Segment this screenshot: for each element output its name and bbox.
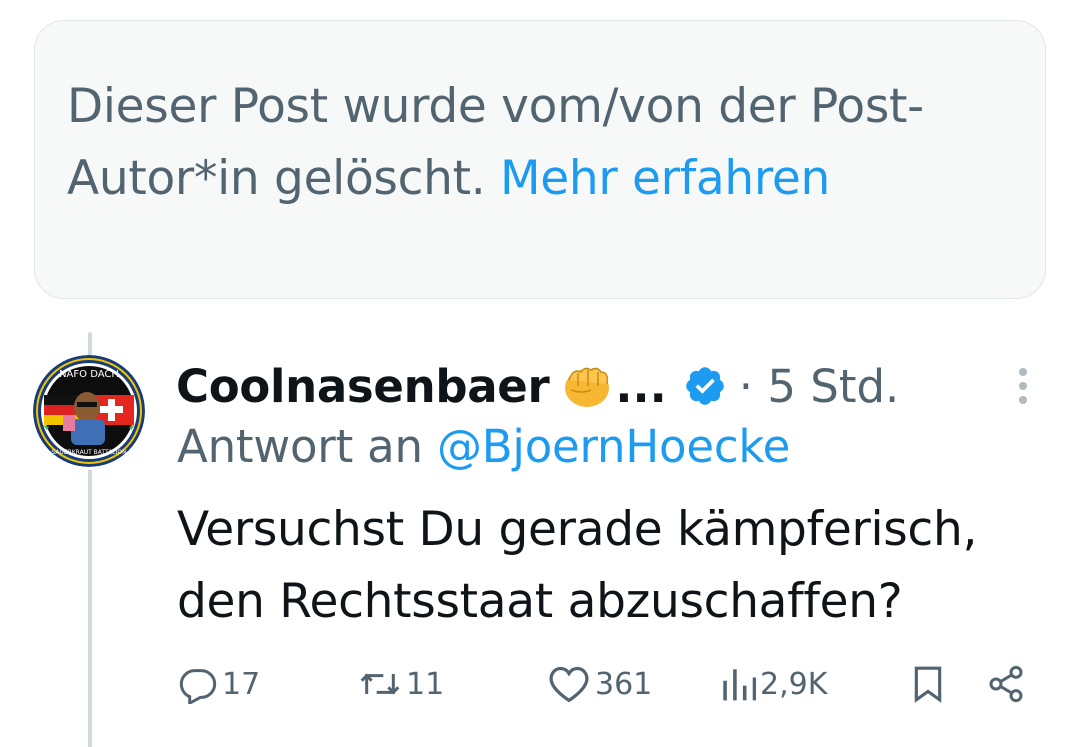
views-count: 2,9K: [760, 666, 828, 702]
tweet-text: Versuchst Du gerade kämpferisch, den Rec…: [177, 502, 978, 629]
learn-more-link[interactable]: Mehr erfahren: [500, 151, 830, 206]
views-button[interactable]: 2,9K: [720, 660, 827, 708]
deleted-post-notice: Dieser Post wurde vom/von der Post-Autor…: [34, 20, 1046, 299]
share-icon: [989, 665, 1023, 703]
retweet-count: 11: [406, 666, 445, 702]
more-options-icon[interactable]: [1008, 364, 1038, 408]
author-ellipsis: ...: [615, 359, 667, 413]
avatar-text-bottom: SAUERKRAUT BATTALION: [51, 449, 126, 456]
author-name[interactable]: Coolnasenbaer: [176, 360, 550, 413]
avatar-badge-image: NAFO DACH SAUERKRAUT BATTALION: [33, 355, 145, 467]
like-count: 361: [595, 666, 653, 702]
reply-button[interactable]: 17: [178, 660, 260, 708]
tweet-time[interactable]: · 5 Std.: [739, 360, 900, 413]
reply-icon: [179, 669, 217, 704]
reply-count: 17: [222, 666, 261, 702]
reply-prefix: Antwort an: [177, 420, 423, 473]
deleted-post-text: Dieser Post wurde vom/von der Post-Autor…: [67, 71, 1013, 215]
reply-context: Antwort an @BjoernHoecke: [177, 420, 790, 473]
tweet-header: Coolnasenbaer ... · 5 Std.: [176, 356, 899, 416]
thread-connector: [88, 470, 92, 747]
retweet-icon: [360, 673, 400, 695]
like-button[interactable]: 361: [547, 660, 652, 708]
share-button[interactable]: [986, 660, 1026, 708]
verified-badge-icon: [683, 364, 727, 408]
bookmark-icon: [914, 666, 942, 703]
bookmark-button[interactable]: [908, 660, 948, 708]
avatar[interactable]: NAFO DACH SAUERKRAUT BATTALION: [33, 355, 145, 467]
thread-connector-top: [88, 332, 92, 356]
views-chart-icon: [723, 669, 756, 701]
avatar-text-top: NAFO DACH: [59, 369, 119, 380]
reply-handle-link[interactable]: @BjoernHoecke: [437, 420, 790, 473]
retweet-button[interactable]: 11: [358, 660, 444, 708]
heart-icon: [549, 666, 589, 703]
fist-emoji-icon: [561, 360, 613, 412]
